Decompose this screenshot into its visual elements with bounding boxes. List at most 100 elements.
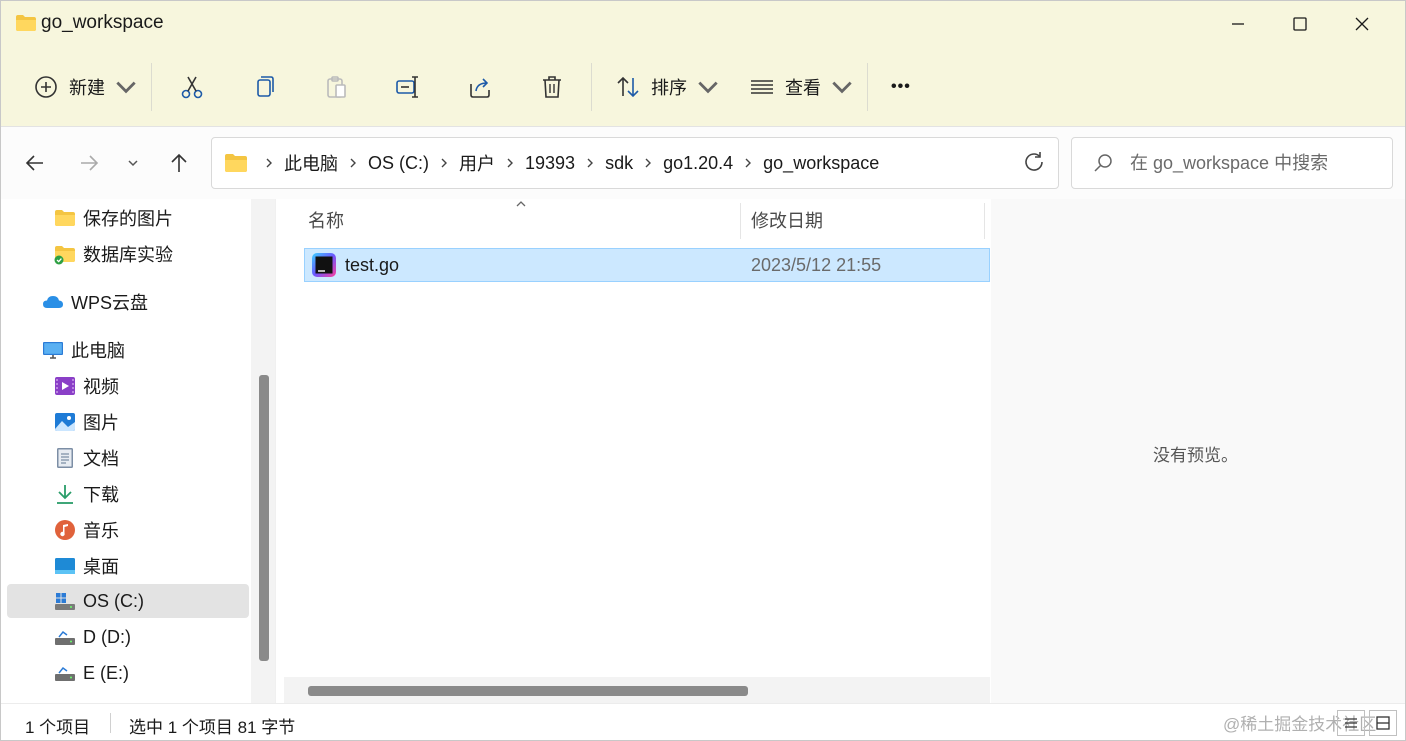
copy-button[interactable] <box>251 65 277 109</box>
video-icon <box>55 377 75 395</box>
more-options-button[interactable]: ••• <box>891 65 911 109</box>
toolbar-separator <box>867 63 868 111</box>
status-bar: 1 个项目 选中 1 个项目 81 字节 @稀土掘金技术社区 <box>1 703 1405 740</box>
sidebar-item-label: 此电脑 <box>71 341 125 361</box>
new-button[interactable]: 新建 <box>33 65 139 109</box>
delete-button[interactable] <box>539 65 565 109</box>
column-header-modified[interactable]: 修改日期 <box>751 199 981 241</box>
toolbar-separator <box>151 63 152 111</box>
sidebar-item-this-pc[interactable]: 此电脑 <box>7 333 249 367</box>
up-button[interactable] <box>163 147 195 179</box>
scissors-icon <box>181 76 203 99</box>
chevron-right-icon <box>645 158 652 168</box>
arrow-left-icon <box>25 155 43 171</box>
sort-button[interactable]: 排序 <box>615 65 721 109</box>
sidebar-item-label: WPS云盘 <box>71 293 149 313</box>
rename-button[interactable] <box>395 65 421 109</box>
breadcrumb-item[interactable]: go1.20.4 <box>663 153 733 174</box>
drive-icon <box>55 666 75 681</box>
drive-icon <box>55 630 75 645</box>
breadcrumb-item[interactable]: sdk <box>605 153 633 174</box>
command-bar: 新建 排序 查看 ••• <box>1 47 1405 127</box>
sidebar-item-database-lab[interactable]: 数据库实验 <box>7 237 249 271</box>
breadcrumb-item[interactable]: 此电脑 <box>284 150 338 176</box>
search-input[interactable] <box>1130 152 1380 174</box>
item-count: 1 个项目 <box>25 718 91 737</box>
paste-button <box>323 65 349 109</box>
back-button[interactable] <box>19 147 51 179</box>
share-icon <box>470 78 490 98</box>
sidebar-item-label: 图片 <box>83 413 119 433</box>
trash-icon <box>543 76 561 98</box>
sidebar-item-pictures[interactable]: 图片 <box>7 405 249 439</box>
chevron-right-icon <box>441 158 447 168</box>
go-file-icon <box>312 253 336 277</box>
sidebar-item-documents[interactable]: 文档 <box>7 441 249 475</box>
chevron-right-icon <box>587 158 594 168</box>
search-box[interactable] <box>1071 137 1393 189</box>
sidebar-item-d-drive[interactable]: D (D:) <box>7 620 249 654</box>
window-title: go_workspace <box>41 12 164 33</box>
sidebar-item-label: 视频 <box>83 377 119 397</box>
column-header-name[interactable]: 名称 <box>308 199 738 241</box>
document-icon <box>57 448 73 468</box>
cut-button[interactable] <box>179 65 205 109</box>
column-header-label: 修改日期 <box>751 211 823 231</box>
sidebar-item-label: 数据库实验 <box>83 245 173 265</box>
sidebar-item-label: OS (C:) <box>83 590 144 611</box>
close-icon <box>1355 17 1369 31</box>
sidebar-item-label: 音乐 <box>83 521 119 541</box>
file-modified-date: 2023/5/12 21:55 <box>751 254 882 275</box>
navigation-pane: 保存的图片 数据库实验 WPS云盘 此电脑 视频 图片 文档 下载 音乐 桌面 … <box>1 199 275 703</box>
recent-locations-button[interactable] <box>117 147 149 179</box>
breadcrumb-item[interactable]: 用户 <box>459 150 495 176</box>
desktop-icon <box>55 558 75 574</box>
sidebar-item-saved-pictures[interactable]: 保存的图片 <box>7 201 249 235</box>
sidebar-scrollbar-thumb[interactable] <box>259 375 269 661</box>
view-button[interactable]: 查看 <box>749 65 855 109</box>
breadcrumb-item[interactable]: 19393 <box>525 153 575 174</box>
maximize-icon <box>1293 17 1307 31</box>
file-name: test.go <box>345 254 400 275</box>
refresh-icon[interactable] <box>1021 149 1047 175</box>
chevron-down-icon <box>832 81 852 94</box>
chevron-down-icon <box>128 160 138 167</box>
sidebar-item-wps-cloud[interactable]: WPS云盘 <box>7 285 249 319</box>
column-divider[interactable] <box>984 203 985 239</box>
breadcrumb-item[interactable]: OS (C:) <box>368 153 429 174</box>
file-explorer-window: go_workspace 新建 排序 查看 ••• 此电脑 OS (C:) 用户… <box>0 0 1406 741</box>
search-icon <box>1094 154 1112 172</box>
plus-circle-icon <box>35 76 57 98</box>
music-icon <box>55 520 75 540</box>
rename-icon <box>396 76 418 98</box>
minimize-icon <box>1232 23 1244 25</box>
maximize-button[interactable] <box>1269 1 1331 47</box>
sidebar-item-label: 文档 <box>83 449 119 469</box>
minimize-button[interactable] <box>1207 1 1269 47</box>
share-button[interactable] <box>467 65 493 109</box>
close-button[interactable] <box>1331 1 1393 47</box>
chevron-right-icon <box>350 158 356 168</box>
column-divider[interactable] <box>740 203 741 239</box>
sidebar-item-desktop[interactable]: 桌面 <box>7 549 249 583</box>
horizontal-scrollbar-thumb[interactable] <box>308 686 748 696</box>
cloud-icon <box>43 296 63 308</box>
sort-arrows-icon <box>617 76 639 98</box>
tiles-view-button[interactable] <box>1369 710 1397 736</box>
sidebar-item-music[interactable]: 音乐 <box>7 513 249 547</box>
sidebar-item-e-drive[interactable]: E (E:) <box>7 656 249 690</box>
folder-icon <box>225 154 247 172</box>
table-row[interactable]: test.go 2023/5/12 21:55 <box>304 248 990 282</box>
synced-folder-icon <box>54 246 75 265</box>
picture-icon <box>55 413 75 431</box>
arrow-up-icon <box>171 153 187 172</box>
breadcrumb-item[interactable]: go_workspace <box>763 153 879 174</box>
sidebar-item-os-c[interactable]: OS (C:) <box>7 584 249 618</box>
sidebar-item-downloads[interactable]: 下载 <box>7 477 249 511</box>
sidebar-item-videos[interactable]: 视频 <box>7 369 249 403</box>
new-label: 新建 <box>69 78 105 98</box>
forward-button <box>73 147 105 179</box>
address-bar[interactable]: 此电脑 OS (C:) 用户 19393 sdk go1.20.4 go_wor… <box>211 137 1200 189</box>
details-view-button[interactable] <box>1337 710 1365 736</box>
sidebar-item-label: 桌面 <box>83 557 119 577</box>
